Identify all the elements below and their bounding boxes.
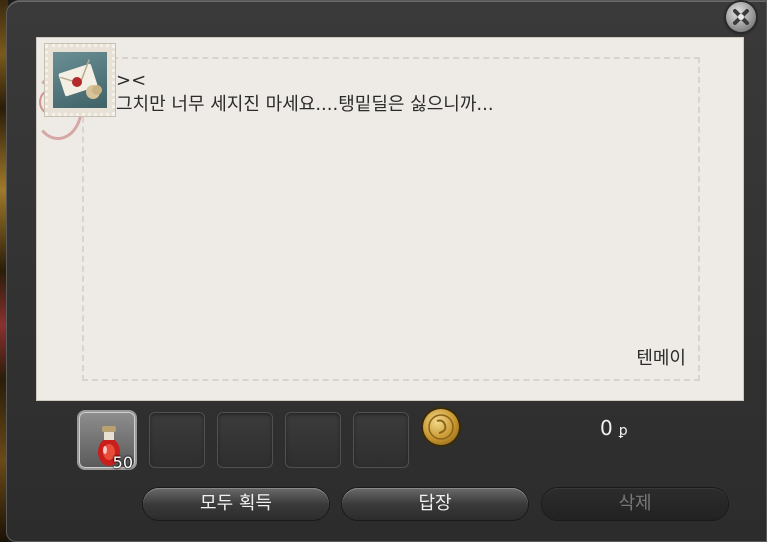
letter-sender: 텐메이	[636, 348, 686, 369]
gil-unit-icon: ꝑ	[618, 423, 628, 439]
item-quantity: 50	[112, 453, 133, 472]
attachment-slot-empty[interactable]	[353, 412, 409, 468]
take-all-button[interactable]: 모두 획득	[143, 488, 329, 520]
attachment-slot-empty[interactable]	[217, 412, 273, 468]
letter-body: >< 그치만 너무 세지진 마세요....탱밑딜은 싫으니까...	[116, 70, 494, 115]
gil-amount: 0ꝑ	[600, 416, 628, 440]
letter-paper: >< 그치만 너무 세지진 마세요....탱밑딜은 싫으니까... 텐메이	[33, 38, 743, 400]
attachment-slot-item[interactable]: 50	[79, 412, 135, 472]
gil-coin-icon	[423, 409, 459, 445]
stamp	[45, 44, 115, 116]
attachment-slot-empty[interactable]	[285, 412, 341, 468]
close-button[interactable]	[726, 2, 756, 32]
delete-button[interactable]: 삭제	[542, 488, 728, 520]
gil-value: 0	[600, 416, 613, 440]
stamp-icon	[53, 52, 107, 108]
reply-button[interactable]: 답장	[342, 488, 528, 520]
attachment-slot-empty[interactable]	[149, 412, 205, 468]
close-icon	[733, 9, 749, 25]
